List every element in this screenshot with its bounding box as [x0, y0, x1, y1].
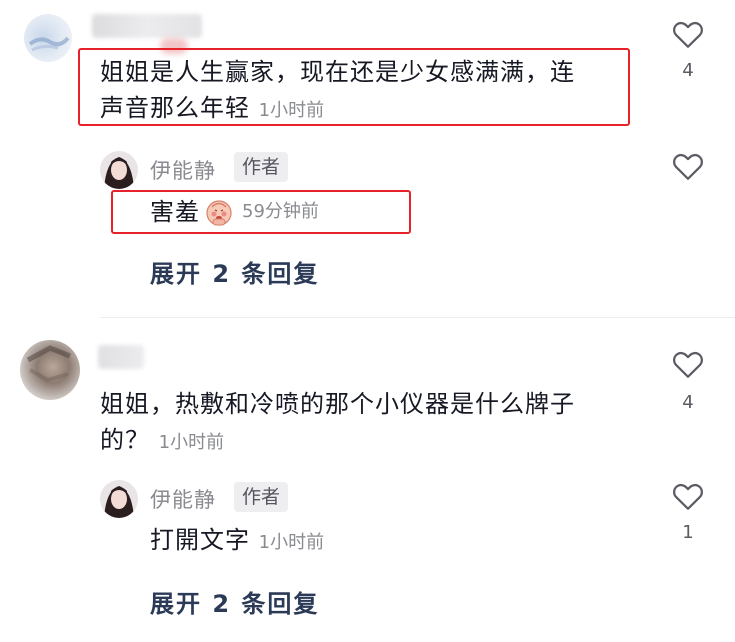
- author-avatar[interactable]: [100, 151, 138, 189]
- reply-text: 打開文字: [150, 526, 250, 554]
- expand-replies-link[interactable]: 展开 2 条回复: [150, 584, 319, 619]
- commenter-name-redacted[interactable]: [98, 345, 144, 369]
- like-count: 1: [682, 522, 694, 543]
- comment-text: 的？: [100, 426, 150, 454]
- author-avatar[interactable]: [100, 480, 138, 518]
- like-count: 4: [682, 60, 694, 81]
- avatar-blur-art: [26, 345, 71, 383]
- reply-author-name[interactable]: 伊能静: [150, 484, 216, 514]
- reply-text-row: 打開文字 1小时前: [150, 522, 324, 561]
- comment-text-line2: 的？ 1小时前: [100, 422, 224, 461]
- like-heart-icon[interactable]: [670, 148, 706, 184]
- highlight-box: [78, 48, 630, 126]
- comment-divider: [100, 317, 735, 318]
- author-badge: 作者: [234, 152, 289, 182]
- author-badge: 作者: [234, 482, 289, 512]
- highlight-box: [111, 190, 411, 234]
- like-heart-icon[interactable]: [670, 346, 706, 382]
- like-heart-icon[interactable]: [670, 478, 706, 514]
- like-count: 4: [682, 392, 694, 413]
- reply-time: 1小时前: [258, 532, 325, 553]
- comment-text-line1: 姐姐，热敷和冷喷的那个小仪器是什么牌子: [100, 390, 575, 418]
- commenter-name-redacted[interactable]: [92, 14, 202, 38]
- author-portrait-art: [100, 151, 138, 189]
- like-heart-icon[interactable]: [670, 16, 706, 52]
- author-portrait-art: [100, 480, 138, 518]
- reply-author-name[interactable]: 伊能静: [150, 155, 216, 185]
- commenter-avatar[interactable]: [24, 14, 72, 62]
- commenter-avatar[interactable]: [20, 340, 80, 400]
- expand-replies-link[interactable]: 展开 2 条回复: [150, 254, 319, 289]
- comment-time: 1小时前: [158, 432, 225, 453]
- avatar-blur-art: [28, 36, 70, 52]
